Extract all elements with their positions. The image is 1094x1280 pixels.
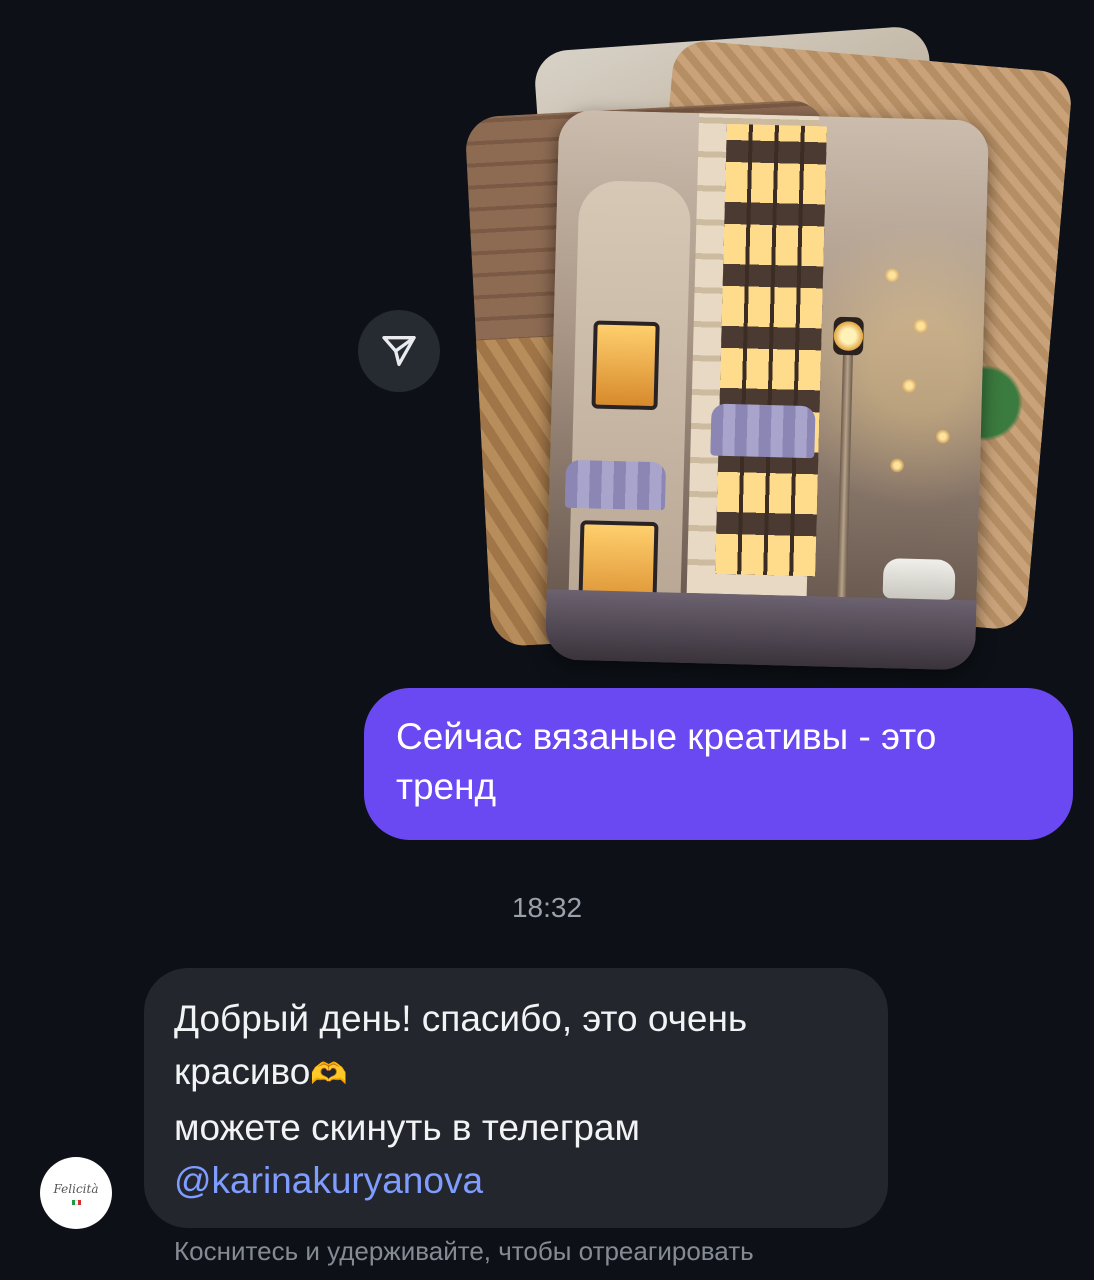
street-lamp-head <box>832 316 864 356</box>
knitted-building-windows <box>715 123 827 577</box>
share-post-button[interactable] <box>358 310 440 392</box>
outgoing-message-line-1: Сейчас вязаные креативы - это <box>396 716 937 757</box>
italian-flag-icon <box>71 1199 81 1205</box>
heart-hands-emoji-icon: 🫶 <box>310 1058 348 1091</box>
message-timestamp: 18:32 <box>511 892 583 923</box>
street-lamp-post <box>835 336 854 638</box>
incoming-message-bubble[interactable]: Добрый день! спасибо, это очень красиво🫶… <box>144 968 888 1228</box>
incoming-message-line-1: Добрый день! спасибо, это очень <box>174 998 748 1039</box>
avatar-logo-text: Felicità <box>53 1181 99 1196</box>
knitted-building-left <box>564 180 692 623</box>
outgoing-message-line-2: тренд <box>396 766 497 807</box>
send-paper-plane-icon <box>382 336 416 366</box>
street <box>544 589 977 671</box>
sender-avatar[interactable]: Felicità <box>40 1157 112 1229</box>
reaction-hint-text: Коснитесь и удерживайте, чтобы отреагиро… <box>174 1236 754 1266</box>
incoming-message-line-2-text: красиво <box>174 1051 311 1092</box>
carousel-card-front-knitted-building[interactable] <box>544 109 990 671</box>
outgoing-message-bubble[interactable]: Сейчас вязаные креативы - это тренд <box>364 688 1073 840</box>
knitted-awning <box>710 403 816 459</box>
incoming-message-line-2: красиво🫶 <box>174 1045 858 1101</box>
incoming-message-line-3: можете скинуть в телеграм <box>174 1107 640 1148</box>
car <box>882 558 956 600</box>
telegram-username-mention-link[interactable]: @karinakuryanova <box>174 1160 483 1201</box>
